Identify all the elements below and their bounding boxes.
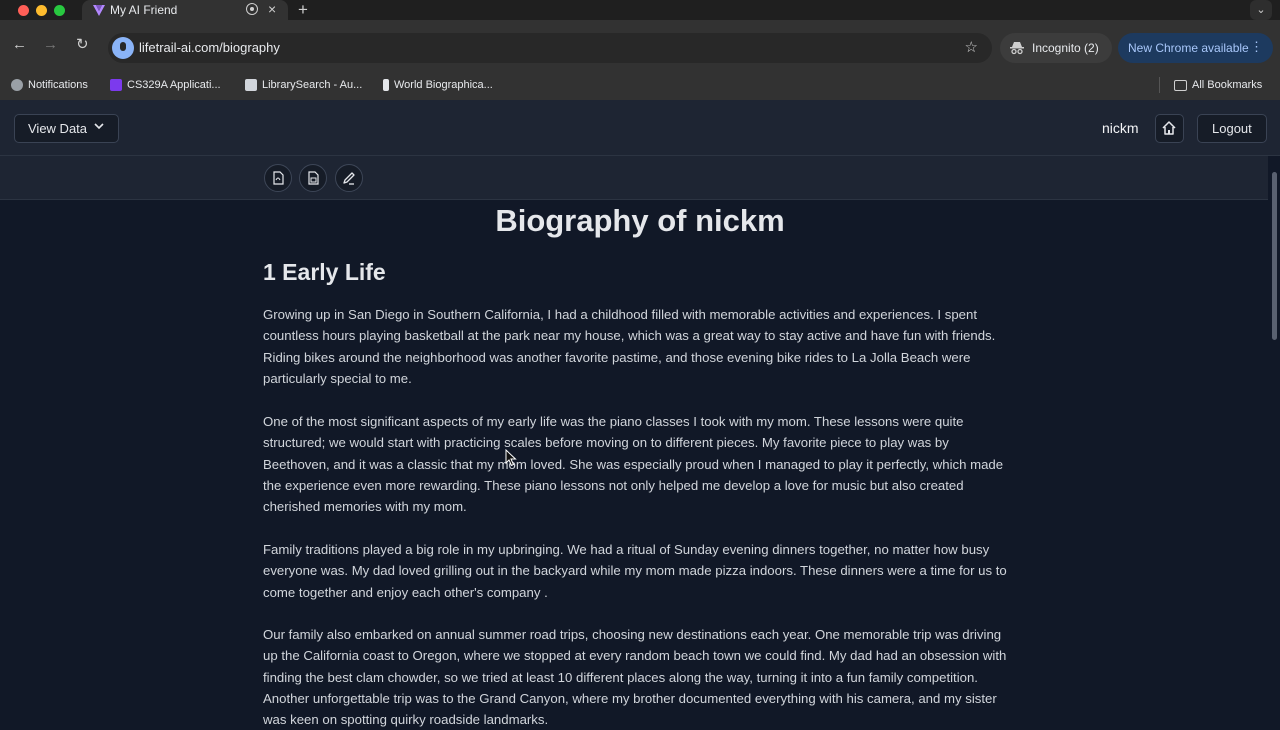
biography-paragraph: Growing up in San Diego in Southern Cali… — [263, 307, 996, 386]
view-data-label: View Data — [28, 121, 88, 136]
export-doc-button[interactable] — [299, 164, 327, 192]
update-label: New Chrome available — [1128, 41, 1249, 55]
app-favicon-icon — [93, 5, 105, 16]
bookmark-label: World Biographica... — [394, 79, 493, 91]
bookmark-label: CS329A Applicati... — [127, 79, 221, 91]
folder-icon — [1174, 79, 1187, 91]
tab-title: My AI Friend — [110, 3, 178, 17]
username: nickm — [1102, 120, 1139, 136]
bookmarks-divider — [1159, 77, 1160, 93]
new-chrome-available-button[interactable]: New Chrome available ⋮ — [1118, 33, 1273, 63]
bookmark-item-notifications[interactable]: Notifications — [11, 75, 88, 95]
bookmark-star-icon[interactable]: ☆ — [965, 38, 978, 56]
window-minimize-button[interactable] — [36, 5, 47, 16]
biography-paragraph: One of the most significant aspects of m… — [263, 414, 1004, 515]
tab-close-icon[interactable]: × — [268, 1, 276, 17]
new-tab-icon[interactable]: + — [298, 0, 308, 20]
all-bookmarks-button[interactable]: All Bookmarks — [1174, 75, 1262, 95]
window-maximize-button[interactable] — [54, 5, 65, 16]
pdf-export-icon — [273, 171, 284, 185]
page-title: Biography of nickm — [495, 203, 785, 238]
app-header: View Data nickm Logout — [0, 100, 1280, 156]
scrollbar-thumb[interactable] — [1272, 172, 1277, 340]
text-cursor-icon — [505, 449, 517, 467]
microphone-icon[interactable] — [112, 37, 134, 59]
edit-button[interactable] — [335, 164, 363, 192]
page-scrollbar[interactable] — [1268, 156, 1280, 720]
all-bookmarks-label: All Bookmarks — [1192, 79, 1263, 91]
browser-tab-strip: My AI Friend × + ⌄ — [0, 0, 1280, 20]
view-data-dropdown[interactable]: View Data — [14, 114, 119, 143]
address-bar[interactable]: lifetrail-ai.com/biography ☆ — [108, 33, 992, 63]
home-button[interactable] — [1155, 114, 1184, 143]
browser-tab-active[interactable]: My AI Friend × — [82, 0, 288, 20]
chevron-down-icon — [94, 123, 104, 130]
bookmark-label: LibrarySearch - Au... — [262, 79, 363, 91]
bookmark-item-cs329a[interactable]: CS329A Applicati... — [110, 75, 221, 95]
logout-label: Logout — [1212, 121, 1252, 136]
page-icon — [383, 79, 389, 92]
grid-icon — [110, 79, 122, 92]
export-pdf-button[interactable] — [264, 164, 292, 192]
logout-button[interactable]: Logout — [1197, 114, 1267, 143]
forward-arrow-icon[interactable]: → — [43, 37, 58, 53]
browser-toolbar: ← → ↻ lifetrail-ai.com/biography ☆ Incog… — [0, 20, 1280, 70]
book-icon — [245, 79, 257, 92]
recording-indicator-icon — [246, 3, 258, 15]
biography-paragraph: Family traditions played a big role in m… — [263, 542, 1007, 600]
globe-icon — [11, 79, 23, 92]
biography-paragraph: Our family also embarked on annual summe… — [263, 627, 1007, 728]
window-close-button[interactable] — [18, 5, 29, 16]
incognito-button[interactable]: Incognito (2) — [1000, 33, 1112, 63]
incognito-icon — [1010, 42, 1024, 55]
edit-icon — [343, 172, 355, 185]
tab-search-icon[interactable]: ⌄ — [1250, 0, 1272, 20]
bookmark-item-world-biographical[interactable]: World Biographica... — [383, 75, 493, 95]
url-text[interactable]: lifetrail-ai.com/biography — [139, 40, 280, 55]
reload-icon[interactable]: ↻ — [76, 37, 89, 53]
document-action-bar — [0, 156, 1280, 200]
section-title: 1 Early Life — [263, 259, 386, 285]
bookmark-item-librarysearch[interactable]: LibrarySearch - Au... — [245, 75, 362, 95]
incognito-label: Incognito (2) — [1032, 41, 1099, 55]
bookmark-label: Notifications — [28, 79, 88, 91]
doc-export-icon — [308, 171, 319, 185]
bookmarks-bar: Notifications CS329A Applicati... Librar… — [0, 70, 1280, 101]
home-icon — [1162, 121, 1176, 135]
kebab-menu-icon[interactable]: ⋮ — [1250, 39, 1263, 55]
back-arrow-icon[interactable]: ← — [12, 37, 27, 53]
